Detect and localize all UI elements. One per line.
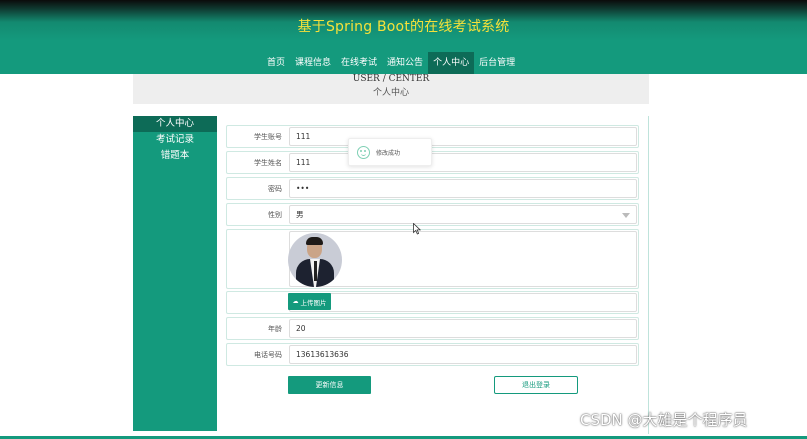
sidebar: 个人中心 考试记录 错题本 (133, 116, 217, 431)
student-name-label: 学生姓名 (254, 158, 282, 167)
toast-message: 修改成功 (376, 149, 401, 157)
page-banner: USER / CENTER 个人中心 (133, 74, 649, 104)
phone-input[interactable]: 13613613636 (289, 345, 637, 364)
age-input[interactable]: 20 (289, 319, 637, 338)
form-row-student-id: 学生账号 111 (226, 125, 639, 148)
nav-notice[interactable]: 通知公告 (382, 52, 428, 74)
top-nav: 首页 课程信息 在线考试 通知公告 个人中心 后台管理 (262, 52, 520, 74)
smile-icon (357, 145, 370, 159)
avatar-tie (313, 261, 317, 281)
site-header: 基于Spring Boot的在线考试系统 首页 课程信息 在线考试 通知公告 个… (0, 0, 807, 74)
upload-button-label: 上传图片 (300, 298, 327, 307)
form-row-gender: 性别 男 (226, 203, 639, 226)
chevron-down-icon (622, 213, 630, 218)
nav-admin[interactable]: 后台管理 (474, 52, 520, 74)
form-row-age: 年龄 20 (226, 317, 639, 340)
password-label: 密码 (268, 184, 282, 193)
nav-online-exam[interactable]: 在线考试 (336, 52, 382, 74)
gender-selected-value: 男 (296, 210, 304, 219)
banner-title-cn: 个人中心 (372, 88, 409, 98)
student-name-input[interactable]: 111 (289, 153, 637, 172)
site-title: 基于Spring Boot的在线考试系统 (297, 19, 510, 35)
password-input[interactable]: ••• (289, 179, 637, 198)
student-id-label: 学生账号 (254, 132, 282, 141)
phone-label: 电话号码 (254, 350, 282, 359)
update-info-button[interactable]: 更新信息 (288, 376, 371, 394)
sidebar-item-personal-center[interactable]: 个人中心 (133, 116, 217, 132)
gender-select[interactable]: 男 (289, 205, 637, 224)
sidebar-item-exam-records[interactable]: 考试记录 (133, 132, 217, 148)
logout-button[interactable]: 退出登录 (494, 376, 578, 394)
upload-icon: ☁ (292, 298, 299, 305)
upload-field (289, 293, 637, 312)
nav-personal-center[interactable]: 个人中心 (428, 52, 475, 74)
form-row-password: 密码 ••• (226, 177, 639, 200)
banner-title-en: USER / CENTER (352, 74, 430, 84)
avatar-hair (306, 237, 323, 245)
nav-course-info[interactable]: 课程信息 (290, 52, 336, 74)
sidebar-item-wrong-questions[interactable]: 错题本 (133, 148, 217, 164)
student-id-input[interactable]: 111 (289, 127, 637, 146)
nav-home[interactable]: 首页 (262, 52, 290, 74)
upload-image-button[interactable]: ☁ 上传图片 (288, 293, 331, 310)
form-row-student-name: 学生姓名 111 (226, 151, 639, 174)
form-row-phone: 电话号码 13613613636 (226, 343, 639, 366)
watermark: CSDN @大雄是个程序员 (580, 411, 748, 429)
gender-label: 性别 (268, 210, 282, 219)
success-toast: 修改成功 (348, 138, 432, 166)
mouse-cursor-icon (413, 223, 421, 235)
age-label: 年龄 (268, 324, 282, 333)
content-divider (648, 116, 649, 434)
avatar (288, 233, 342, 287)
